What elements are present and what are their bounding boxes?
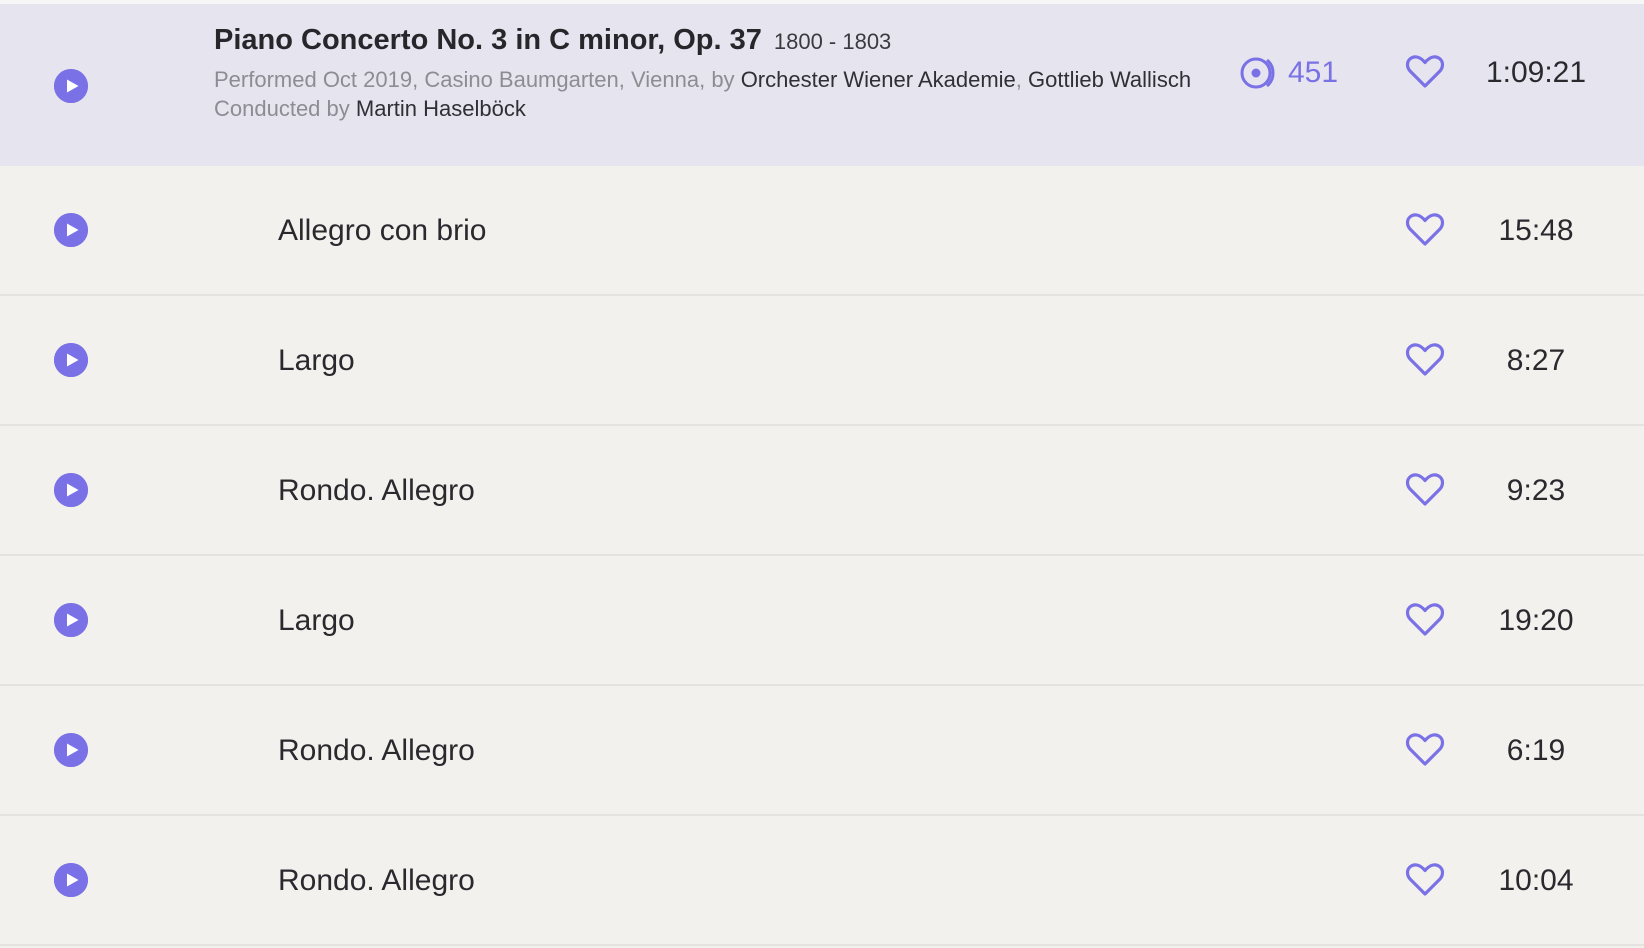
performer-link-1[interactable]: Orchester Wiener Akademie	[741, 67, 1016, 92]
heart-outline-icon	[1405, 213, 1445, 246]
play-track-button[interactable]	[54, 733, 88, 767]
play-circle-icon	[54, 603, 88, 637]
play-track-button[interactable]	[54, 603, 88, 637]
conducted-prefix: Conducted by	[214, 96, 350, 121]
track-title[interactable]: Largo	[278, 598, 355, 644]
play-track-button[interactable]	[54, 213, 88, 247]
track-duration: 9:23	[1506, 474, 1566, 507]
favorite-track-button[interactable]	[1405, 602, 1445, 638]
track-duration: 19:20	[1498, 604, 1574, 637]
track-title[interactable]: Largo	[278, 338, 355, 384]
performer-separator: ,	[1015, 67, 1022, 92]
favorite-work-button[interactable]	[1405, 54, 1445, 90]
play-circle-icon	[54, 343, 88, 377]
track-row[interactable]: Largo 8:27	[0, 296, 1644, 426]
play-track-button[interactable]	[54, 473, 88, 507]
work-info: Piano Concerto No. 3 in C minor, Op. 37 1…	[214, 20, 1194, 123]
track-row[interactable]: Rondo. Allegro 10:04	[0, 816, 1644, 946]
listens-icon	[1240, 57, 1275, 89]
performance-details: Performed Oct 2019, Casino Baumgarten, V…	[214, 65, 1194, 94]
heart-outline-icon	[1405, 343, 1445, 376]
work-years: 1800 - 1803	[773, 29, 892, 54]
heart-outline-icon	[1405, 863, 1445, 896]
favorite-track-button[interactable]	[1405, 472, 1445, 508]
conductor-details: Conducted by Martin Haselböck	[214, 94, 1194, 123]
work-header-row[interactable]: Piano Concerto No. 3 in C minor, Op. 37 1…	[0, 4, 1644, 166]
heart-outline-icon	[1405, 733, 1445, 766]
track-title[interactable]: Rondo. Allegro	[278, 728, 475, 774]
play-circle-icon	[54, 69, 88, 103]
heart-outline-icon	[1405, 473, 1445, 506]
track-row[interactable]: Rondo. Allegro 6:19	[0, 686, 1644, 816]
track-duration: 6:19	[1506, 734, 1566, 767]
track-row[interactable]: Rondo. Allegro 9:23	[0, 426, 1644, 556]
track-title[interactable]: Rondo. Allegro	[278, 468, 475, 514]
favorite-track-button[interactable]	[1405, 862, 1445, 898]
favorite-track-button[interactable]	[1405, 212, 1445, 248]
track-title[interactable]: Allegro con brio	[278, 208, 486, 254]
favorite-track-button[interactable]	[1405, 732, 1445, 768]
play-circle-icon	[54, 473, 88, 507]
play-circle-icon	[54, 863, 88, 897]
heart-outline-icon	[1405, 603, 1445, 636]
track-row[interactable]: Allegro con brio 15:48	[0, 166, 1644, 296]
performed-prefix: Performed Oct 2019, Casino Baumgarten, V…	[214, 67, 735, 92]
track-duration: 8:27	[1506, 344, 1566, 377]
performer-link-2[interactable]: Gottlieb Wallisch	[1028, 67, 1191, 92]
play-track-button[interactable]	[54, 863, 88, 897]
play-work-button[interactable]	[54, 69, 88, 103]
track-list: Piano Concerto No. 3 in C minor, Op. 37 1…	[0, 0, 1644, 948]
track-duration: 10:04	[1498, 864, 1574, 897]
work-duration: 1:09:21	[1485, 56, 1587, 89]
work-title-line: Piano Concerto No. 3 in C minor, Op. 37 1…	[214, 20, 1194, 65]
listen-count: 451	[1288, 56, 1339, 89]
track-duration: 15:48	[1498, 214, 1574, 247]
work-title[interactable]: Piano Concerto No. 3 in C minor, Op. 37	[214, 24, 762, 56]
play-circle-icon	[54, 733, 88, 767]
heart-outline-icon	[1405, 55, 1445, 88]
conductor-link[interactable]: Martin Haselböck	[356, 96, 526, 121]
play-track-button[interactable]	[54, 343, 88, 377]
favorite-track-button[interactable]	[1405, 342, 1445, 378]
track-row[interactable]: Largo 19:20	[0, 556, 1644, 686]
play-circle-icon	[54, 213, 88, 247]
track-title[interactable]: Rondo. Allegro	[278, 858, 475, 904]
listen-count-button[interactable]: 451	[1240, 52, 1338, 94]
